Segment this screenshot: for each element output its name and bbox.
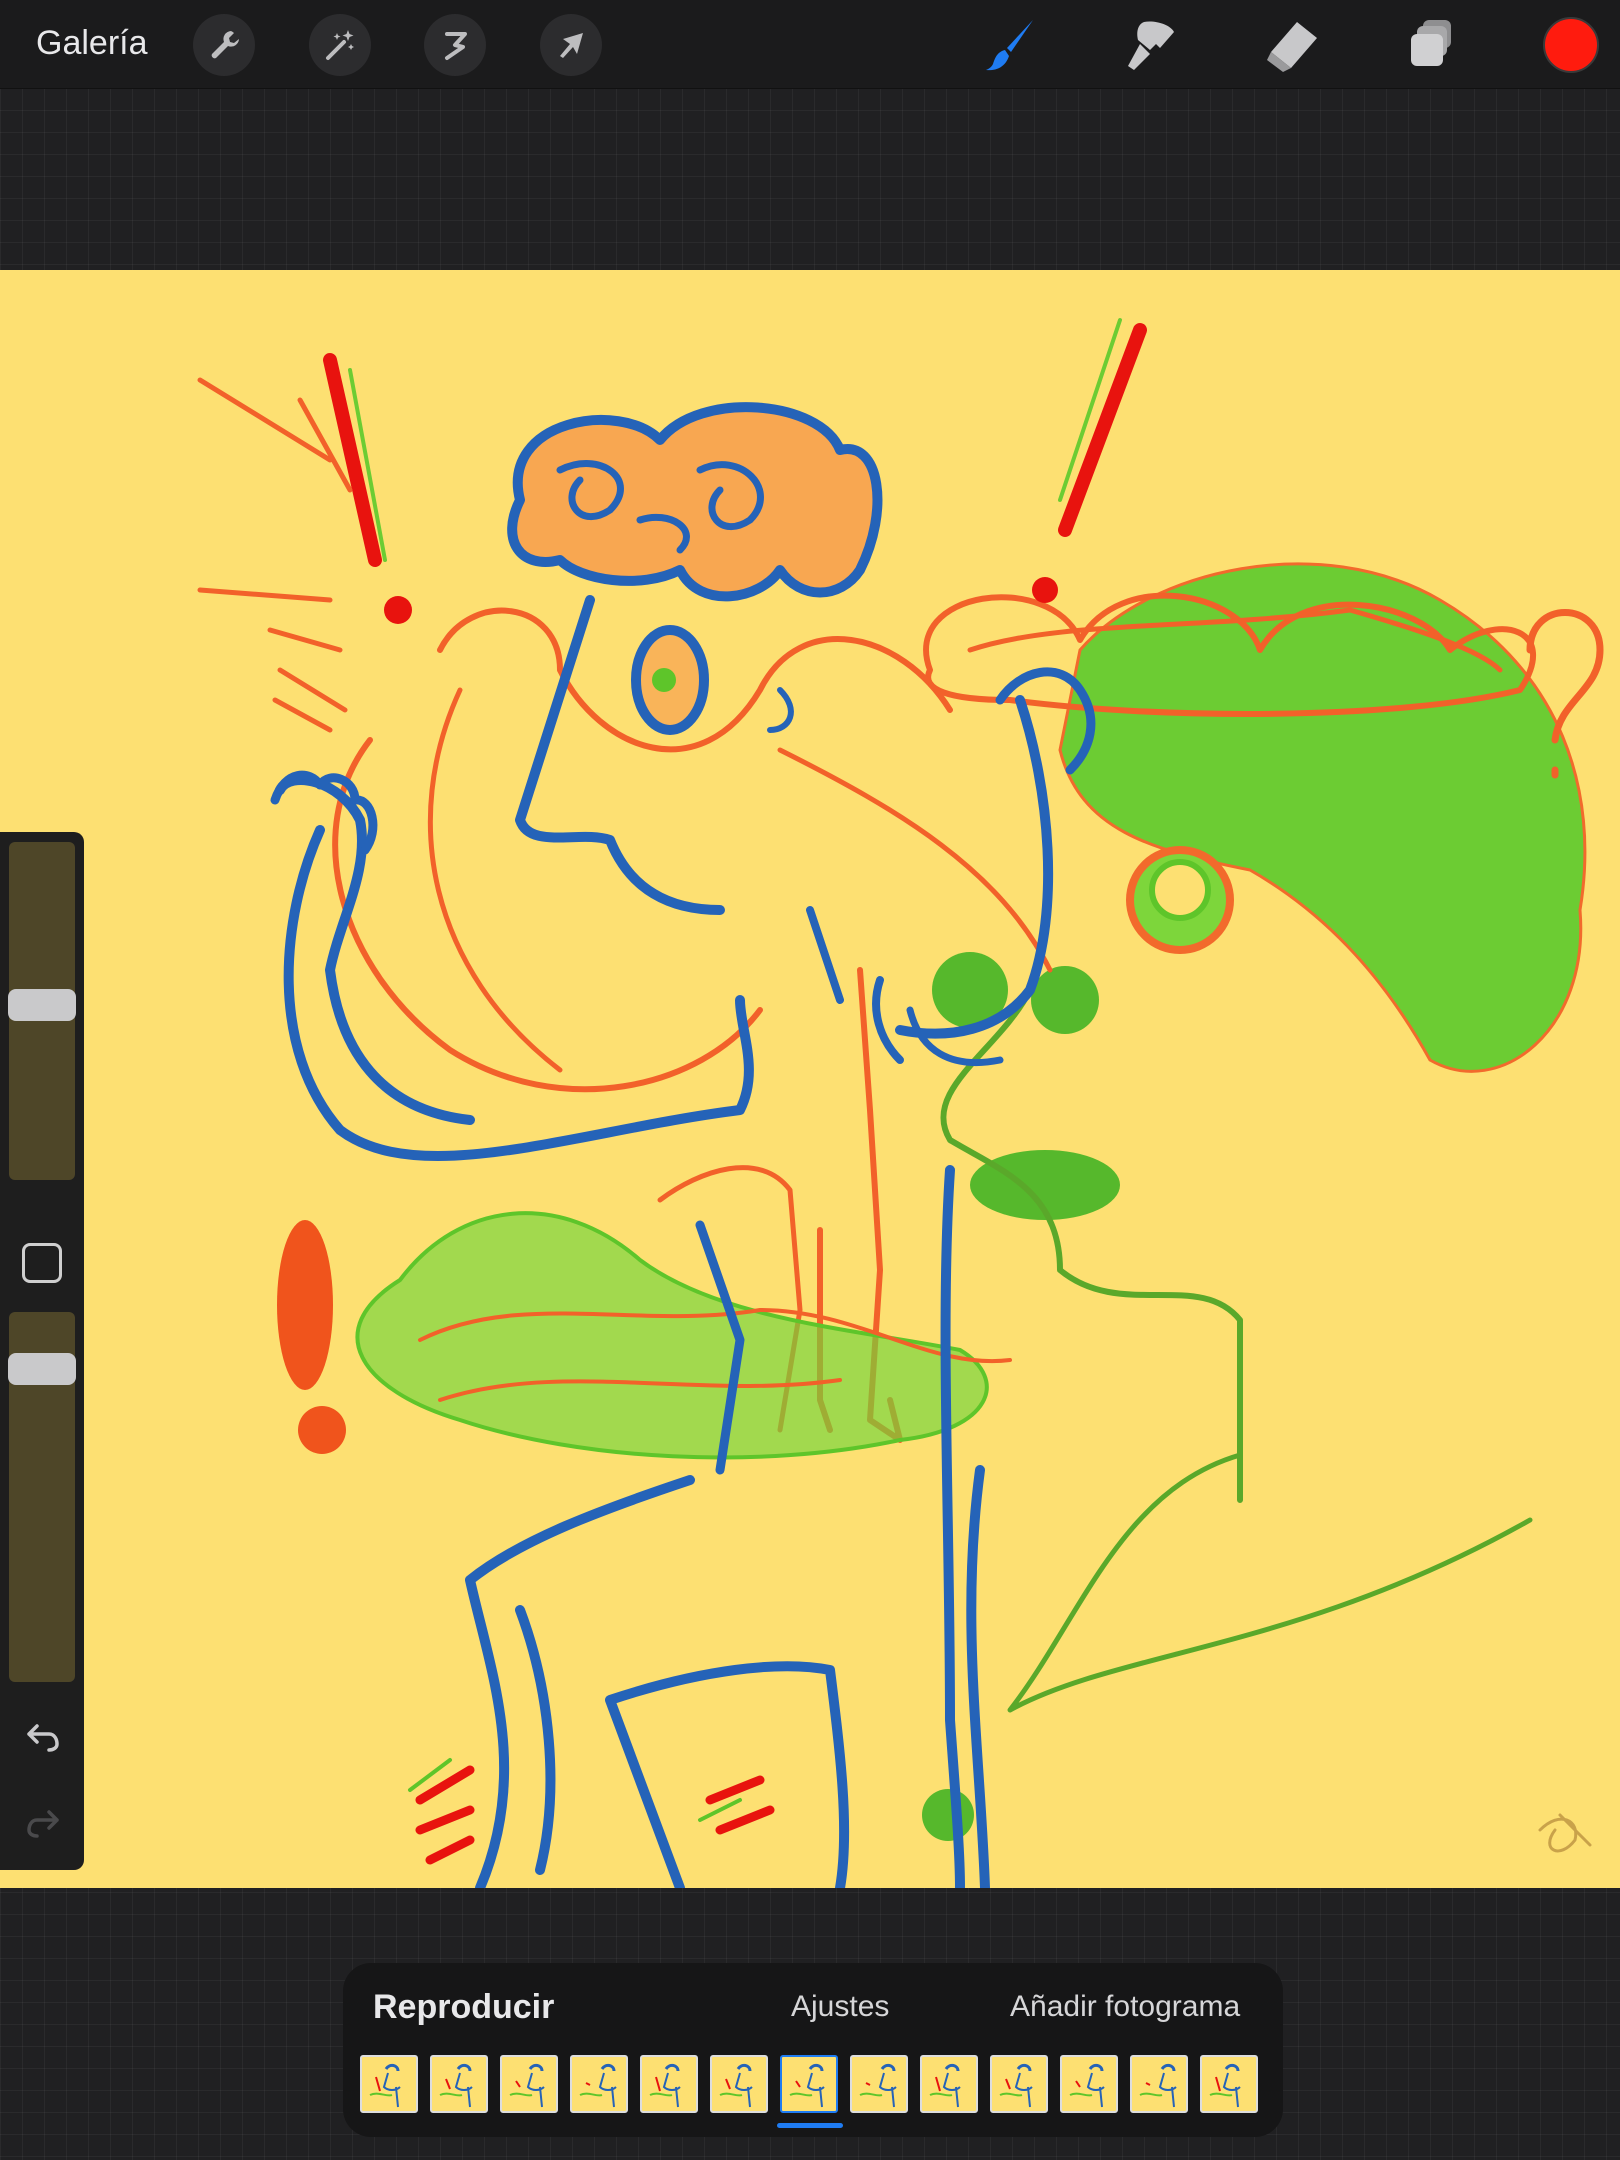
frame-thumbnail[interactable] [1060, 2055, 1118, 2113]
wrench-icon [211, 31, 239, 59]
redo-icon [27, 1810, 59, 1838]
selection-button[interactable] [424, 14, 486, 76]
artwork-illustration [197, 318, 1604, 1888]
frame-thumbnail[interactable] [430, 2055, 488, 2113]
drawing-canvas[interactable] [0, 270, 1620, 1888]
play-button[interactable]: Reproducir [373, 1987, 554, 2027]
top-toolbar: Galería [0, 0, 1620, 89]
smudge-icon [1128, 21, 1174, 70]
gallery-button[interactable]: Galería [36, 20, 148, 66]
transform-button[interactable] [540, 14, 602, 76]
brush-icon [986, 20, 1033, 71]
green-hair-mass [1058, 562, 1587, 1073]
blue-right-leg [940, 1165, 965, 1888]
brush-size-slider-thumb[interactable] [8, 989, 76, 1021]
green-profile-line [940, 987, 1243, 1503]
layers-button[interactable] [1399, 12, 1465, 78]
adjustments-button[interactable] [309, 14, 371, 76]
add-frame-button[interactable]: Añadir fotograma [1010, 1987, 1240, 2027]
eraser-icon [1267, 22, 1317, 72]
artist-signature [1538, 1813, 1592, 1853]
brush-size-slider[interactable] [8, 842, 76, 1180]
opacity-slider[interactable] [8, 1312, 76, 1682]
frame-thumbnail[interactable] [1130, 2055, 1188, 2113]
frame-thumbnail[interactable] [1200, 2055, 1258, 2113]
selection-icon [445, 32, 467, 60]
frame-thumbnail[interactable] [710, 2055, 768, 2113]
blue-curly-hair [507, 402, 883, 602]
animation-timeline: Reproducir Ajustes Añadir fotograma [343, 1963, 1283, 2137]
red-exclamation-right [1058, 323, 1147, 537]
frame-thumbnail[interactable] [850, 2055, 908, 2113]
actions-button[interactable] [193, 14, 255, 76]
transform-arrow-icon [560, 33, 583, 58]
frame-thumbnail[interactable] [360, 2055, 418, 2113]
frame-thumbnail[interactable] [920, 2055, 978, 2113]
selected-frame-indicator [777, 2123, 843, 2128]
left-sidebar [0, 832, 84, 1870]
layers-icon [1411, 20, 1451, 66]
settings-button[interactable]: Ajustes [791, 1987, 889, 2027]
undo-button[interactable] [20, 1716, 66, 1756]
undo-icon [27, 1724, 59, 1752]
smudge-tool-button[interactable] [1118, 12, 1184, 78]
frame-thumbnail[interactable] [780, 2055, 838, 2113]
blue-torso [806, 906, 904, 1064]
brush-tool-button[interactable] [979, 12, 1045, 78]
square-modify-icon[interactable] [22, 1243, 62, 1283]
opacity-slider-thumb[interactable] [8, 1353, 76, 1385]
magic-wand-icon [326, 30, 354, 60]
frame-thumbnail[interactable] [500, 2055, 558, 2113]
eraser-tool-button[interactable] [1259, 12, 1325, 78]
frame-thumbnail[interactable] [570, 2055, 628, 2113]
frame-thumbnail[interactable] [640, 2055, 698, 2113]
color-picker-button[interactable] [1543, 17, 1599, 73]
blue-box-shape [605, 1661, 850, 1888]
redo-button[interactable] [20, 1802, 66, 1842]
red-drop-left [277, 1220, 333, 1390]
frame-thumbnail[interactable] [990, 2055, 1048, 2113]
